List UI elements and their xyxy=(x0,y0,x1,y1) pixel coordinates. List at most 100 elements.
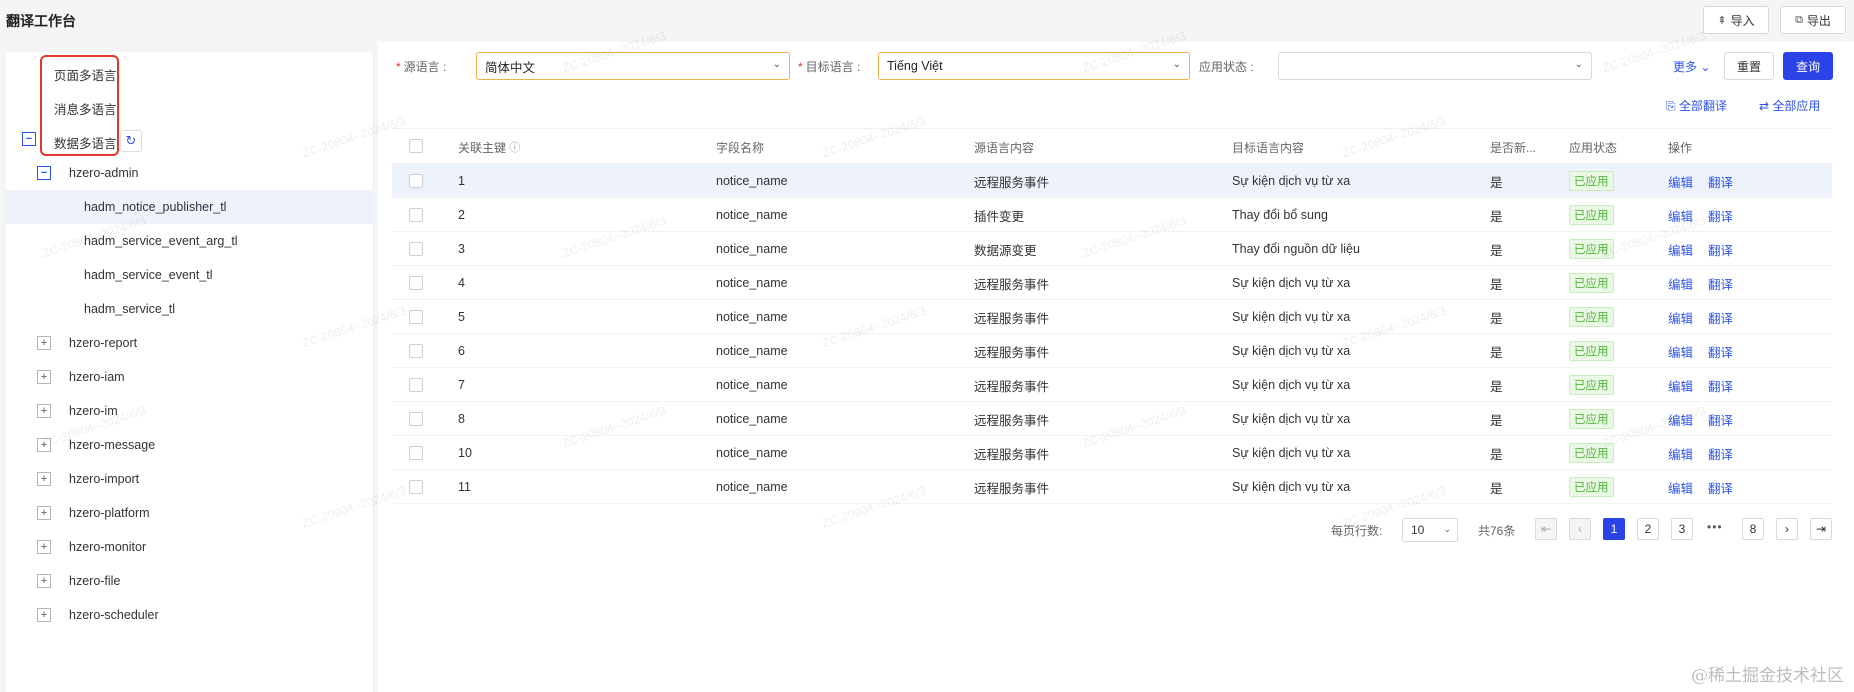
target-lang-select[interactable]: Tiếng Việt ⌄ xyxy=(878,52,1190,80)
table-row[interactable]: 2 notice_name 插件变更 Thay đổi bổ sung 是 已应用 编辑 翻译 xyxy=(392,198,1832,232)
last-page-button[interactable]: ⇥ xyxy=(1810,518,1832,540)
row-checkbox[interactable] xyxy=(409,378,423,392)
first-page-button[interactable]: ⇤ xyxy=(1535,518,1557,540)
tree-node[interactable]: + hzero-import xyxy=(6,462,374,496)
translate-link[interactable]: 翻译 xyxy=(1708,232,1733,266)
source-lang-select[interactable]: 简体中文 ⌄ xyxy=(476,52,790,80)
table-row[interactable]: 3 notice_name 数据源变更 Thay đổi nguồn dữ liệu 是… xyxy=(392,232,1832,266)
translate-link[interactable]: 翻译 xyxy=(1708,334,1733,368)
collapse-icon[interactable]: − xyxy=(37,166,51,180)
tree-node[interactable]: hadm_notice_publisher_tl xyxy=(6,190,374,224)
page-2[interactable]: 2 xyxy=(1637,518,1659,540)
tree-node[interactable]: + hzero-im xyxy=(6,394,374,428)
row-checkbox[interactable] xyxy=(409,174,423,188)
translate-link[interactable]: 翻译 xyxy=(1708,300,1733,334)
chevron-down-icon: ⌄ xyxy=(1443,524,1451,534)
prev-page-button[interactable]: ‹ xyxy=(1569,518,1591,540)
collapse-root-toggle[interactable]: − xyxy=(22,132,36,146)
page-1[interactable]: 1 xyxy=(1603,518,1625,540)
row-checkbox[interactable] xyxy=(409,412,423,426)
edit-link[interactable]: 编辑 xyxy=(1668,198,1693,232)
tab-data-i18n[interactable]: 数据多语言 xyxy=(54,133,117,152)
edit-link[interactable]: 编辑 xyxy=(1668,368,1693,402)
expand-icon[interactable]: + xyxy=(37,608,51,622)
translate-link[interactable]: 翻译 xyxy=(1708,164,1733,198)
page-last[interactable]: 8 xyxy=(1742,518,1764,540)
reset-button[interactable]: 重置 xyxy=(1724,52,1774,80)
row-checkbox[interactable] xyxy=(409,344,423,358)
query-button[interactable]: 查询 xyxy=(1783,52,1833,80)
edit-link[interactable]: 编辑 xyxy=(1668,300,1693,334)
table-row[interactable]: 8 notice_name 远程服务事件 Sự kiện dịch vụ từ xa 是… xyxy=(392,402,1832,436)
expand-icon[interactable]: + xyxy=(37,472,51,486)
translate-link[interactable]: 翻译 xyxy=(1708,266,1733,300)
tree-node[interactable]: + hzero-report xyxy=(6,326,374,360)
tree-node-label: hzero-scheduler xyxy=(69,608,159,622)
chevron-down-icon: ⌄ xyxy=(772,59,781,70)
tree-node[interactable]: hadm_service_event_arg_tl xyxy=(6,224,374,258)
table-row[interactable]: 7 notice_name 远程服务事件 Sự kiện dịch vụ từ xa 是… xyxy=(392,368,1832,402)
page-3[interactable]: 3 xyxy=(1671,518,1693,540)
row-checkbox[interactable] xyxy=(409,446,423,460)
edit-link[interactable]: 编辑 xyxy=(1668,402,1693,436)
tab-page-i18n[interactable]: 页面多语言 xyxy=(54,65,117,84)
table-row[interactable]: 4 notice_name 远程服务事件 Sự kiện dịch vụ từ xa 是… xyxy=(392,266,1832,300)
tree-node[interactable]: + hzero-scheduler xyxy=(6,598,374,632)
edit-link[interactable]: 编辑 xyxy=(1668,470,1693,504)
tree-node-label: hzero-file xyxy=(69,574,121,588)
tree-node[interactable]: + hzero-iam xyxy=(6,360,374,394)
more-filters-button[interactable]: 更多 ⌄ xyxy=(1673,58,1710,75)
tree-node[interactable]: hadm_service_tl xyxy=(6,292,374,326)
edit-link[interactable]: 编辑 xyxy=(1668,436,1693,470)
apply-all-button[interactable]: ⇄ 全部应用 xyxy=(1759,97,1820,114)
translate-link[interactable]: 翻译 xyxy=(1708,198,1733,232)
tree-node[interactable]: hadm_service_event_tl xyxy=(6,258,374,292)
translate-link[interactable]: 翻译 xyxy=(1708,436,1733,470)
row-checkbox[interactable] xyxy=(409,310,423,324)
tree-node-label: hadm_service_event_arg_tl xyxy=(84,234,238,248)
row-checkbox[interactable] xyxy=(409,480,423,494)
edit-link[interactable]: 编辑 xyxy=(1668,334,1693,368)
select-all-checkbox[interactable] xyxy=(409,139,423,153)
edit-link[interactable]: 编辑 xyxy=(1668,164,1693,198)
page-size-select[interactable]: 10 ⌄ xyxy=(1402,518,1458,542)
tree-node[interactable]: + hzero-message xyxy=(6,428,374,462)
translate-link[interactable]: 翻译 xyxy=(1708,470,1733,504)
tree-node[interactable]: + hzero-monitor xyxy=(6,530,374,564)
export-button[interactable]: ⧉ 导出 xyxy=(1780,6,1846,34)
translate-link[interactable]: 翻译 xyxy=(1708,368,1733,402)
refresh-button[interactable]: ↻ xyxy=(120,130,142,152)
row-checkbox[interactable] xyxy=(409,276,423,290)
expand-icon[interactable]: + xyxy=(37,370,51,384)
cell-is-new: 是 xyxy=(1490,413,1503,428)
expand-icon[interactable]: + xyxy=(37,506,51,520)
expand-icon[interactable]: + xyxy=(37,336,51,350)
expand-icon[interactable]: + xyxy=(37,404,51,418)
table-row[interactable]: 1 notice_name 远程服务事件 Sự kiện dịch vụ từ xa 是… xyxy=(392,164,1832,198)
tree-node[interactable]: + hzero-file xyxy=(6,564,374,598)
table-row[interactable]: 10 notice_name 远程服务事件 Sự kiện dịch vụ từ xa… xyxy=(392,436,1832,470)
table-row[interactable]: 11 notice_name 远程服务事件 Sự kiện dịch vụ từ xa… xyxy=(392,470,1832,504)
cell-key: 10 xyxy=(458,446,472,460)
status-badge: 已应用 xyxy=(1569,273,1614,293)
cell-key: 6 xyxy=(458,344,465,358)
expand-icon[interactable]: + xyxy=(37,540,51,554)
table-row[interactable]: 5 notice_name 远程服务事件 Sự kiện dịch vụ từ xa 是… xyxy=(392,300,1832,334)
app-status-select[interactable]: ⌄ xyxy=(1278,52,1592,80)
expand-icon[interactable]: + xyxy=(37,574,51,588)
row-checkbox[interactable] xyxy=(409,242,423,256)
translate-link[interactable]: 翻译 xyxy=(1708,402,1733,436)
expand-icon[interactable]: + xyxy=(37,438,51,452)
row-checkbox[interactable] xyxy=(409,208,423,222)
tree-node[interactable]: + hzero-platform xyxy=(6,496,374,530)
edit-link[interactable]: 编辑 xyxy=(1668,232,1693,266)
edit-link[interactable]: 编辑 xyxy=(1668,266,1693,300)
next-page-button[interactable]: › xyxy=(1776,518,1798,540)
page-ellipsis[interactable]: ••• xyxy=(1707,520,1723,534)
tab-message-i18n[interactable]: 消息多语言 xyxy=(54,99,117,118)
import-button[interactable]: ⇞ 导入 xyxy=(1703,6,1769,34)
tree-node[interactable]: − hzero-admin xyxy=(6,156,374,190)
translate-all-button[interactable]: ⎘ 全部翻译 xyxy=(1666,97,1727,114)
cell-field: notice_name xyxy=(716,208,788,222)
table-row[interactable]: 6 notice_name 远程服务事件 Sự kiện dịch vụ từ xa 是… xyxy=(392,334,1832,368)
